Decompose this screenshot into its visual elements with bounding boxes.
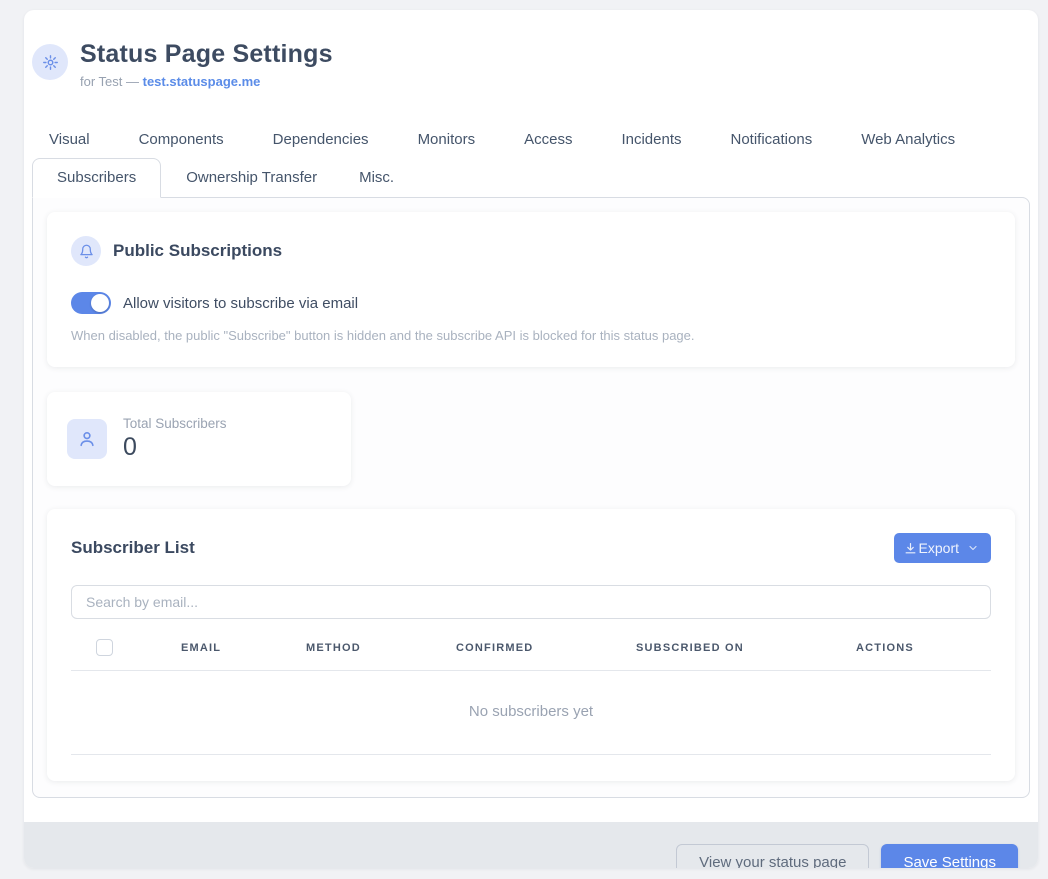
- view-status-page-button[interactable]: View your status page: [676, 844, 869, 869]
- total-subscribers-card: Total Subscribers 0: [47, 392, 351, 486]
- table-header-row: EMAIL METHOD CONFIRMED SUBSCRIBED ON ACT…: [71, 639, 991, 671]
- export-button-label: Export: [919, 540, 959, 556]
- tabs-row-2: Subscribers Ownership Transfer Misc.: [24, 158, 1038, 197]
- public-subscriptions-card: Public Subscriptions Allow visitors to s…: [47, 212, 1015, 367]
- tab-web-analytics[interactable]: Web Analytics: [844, 121, 972, 158]
- column-subscribed-on: SUBSCRIBED ON: [636, 642, 856, 654]
- toggle-knob: [91, 294, 109, 312]
- subscribers-table: EMAIL METHOD CONFIRMED SUBSCRIBED ON ACT…: [71, 639, 991, 755]
- subscribe-toggle[interactable]: [71, 292, 111, 314]
- stat-text-block: Total Subscribers 0: [123, 416, 227, 462]
- tab-misc[interactable]: Misc.: [342, 158, 411, 197]
- column-actions: ACTIONS: [856, 642, 991, 654]
- page-title: Status Page Settings: [80, 40, 333, 69]
- page-title-block: Status Page Settings for Test — test.sta…: [80, 40, 333, 89]
- tab-components[interactable]: Components: [122, 121, 241, 158]
- column-confirmed: CONFIRMED: [456, 642, 636, 654]
- public-subscriptions-title: Public Subscriptions: [113, 241, 282, 261]
- subscriber-list-title: Subscriber List: [71, 538, 195, 558]
- bell-icon: [71, 236, 101, 266]
- select-all-checkbox[interactable]: [96, 639, 113, 656]
- subscribers-tab-panel: Public Subscriptions Allow visitors to s…: [32, 197, 1030, 798]
- settings-footer: View your status page Save Settings: [24, 822, 1038, 868]
- empty-state-text: No subscribers yet: [71, 671, 991, 755]
- status-page-settings-card: Status Page Settings for Test — test.sta…: [24, 10, 1038, 868]
- subscribe-help-text: When disabled, the public "Subscribe" bu…: [71, 328, 991, 343]
- tab-access[interactable]: Access: [507, 121, 589, 158]
- tab-subscribers[interactable]: Subscribers: [32, 158, 161, 198]
- page-subtitle: for Test — test.statuspage.me: [80, 74, 333, 89]
- tab-ownership-transfer[interactable]: Ownership Transfer: [169, 158, 334, 197]
- subscriber-list-card: Subscriber List Export: [47, 509, 1015, 781]
- export-button[interactable]: Export: [894, 533, 991, 563]
- tabs-row-1: Visual Components Dependencies Monitors …: [24, 121, 1038, 158]
- tab-incidents[interactable]: Incidents: [604, 121, 698, 158]
- search-input[interactable]: [71, 585, 991, 619]
- column-email: EMAIL: [181, 642, 306, 654]
- tab-monitors[interactable]: Monitors: [401, 121, 493, 158]
- gear-icon: [32, 44, 68, 80]
- tab-notifications[interactable]: Notifications: [714, 121, 830, 158]
- status-page-link[interactable]: test.statuspage.me: [143, 74, 261, 89]
- tab-visual[interactable]: Visual: [32, 121, 107, 158]
- total-subscribers-label: Total Subscribers: [123, 416, 227, 431]
- column-method: METHOD: [306, 642, 456, 654]
- tab-dependencies[interactable]: Dependencies: [256, 121, 386, 158]
- save-settings-button[interactable]: Save Settings: [881, 844, 1018, 869]
- subtitle-prefix: for Test —: [80, 74, 143, 89]
- total-subscribers-value: 0: [123, 433, 227, 462]
- chevron-down-icon: [967, 542, 979, 554]
- download-icon: [904, 542, 917, 555]
- subscribe-toggle-label: Allow visitors to subscribe via email: [123, 295, 358, 312]
- page-header: Status Page Settings for Test — test.sta…: [24, 10, 1038, 89]
- user-icon: [67, 419, 107, 459]
